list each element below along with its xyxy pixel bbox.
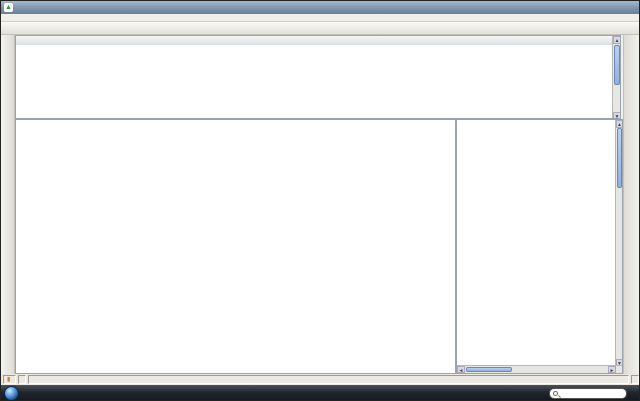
title-bar[interactable]: ▲ (1, 1, 640, 14)
diffraction-pattern-svg[interactable] (16, 120, 455, 373)
status-demo-notice (631, 375, 639, 384)
candidate-table-header (16, 36, 620, 45)
search-icon (553, 391, 558, 396)
diffraction-pattern-chart[interactable] (15, 119, 456, 374)
match-application-window: ▲ ▲ ▼ ▲ ▼ ◄ ► (0, 0, 640, 401)
status-databases-cell (18, 375, 26, 384)
table-scroll-thumb[interactable] (614, 45, 620, 85)
menu-bar (1, 14, 640, 22)
table-vertical-scrollbar[interactable]: ▲ ▼ (612, 36, 620, 119)
status-bar: ▮ (1, 374, 640, 385)
candidate-table: ▲ ▼ (15, 35, 621, 119)
report-toolbar-right (623, 35, 640, 374)
match-app-icon: ▲ (4, 3, 13, 12)
report-hscroll-thumb[interactable] (466, 367, 512, 372)
status-spacer-cell (28, 375, 629, 384)
report-vertical-scrollbar[interactable]: ▲ ▼ (615, 120, 622, 367)
report-scroll-thumb[interactable] (617, 128, 622, 188)
chart-toolbar-left (1, 35, 15, 374)
search-input[interactable] (560, 390, 620, 398)
report-horizontal-scrollbar[interactable]: ◄ ► (457, 365, 623, 373)
report-scroll-left-arrow[interactable]: ◄ (457, 366, 465, 373)
phase-analysis-report-panel: ▲ ▼ ◄ ► (456, 119, 623, 374)
report-scroll-up-arrow[interactable]: ▲ (616, 120, 623, 128)
windows-taskbar (1, 385, 640, 401)
main-toolbar (1, 22, 640, 35)
database-status-icon: ▮ (7, 376, 10, 383)
report-scroll-right-arrow[interactable]: ► (608, 366, 616, 373)
start-button[interactable] (4, 386, 19, 401)
status-entries-cell: ▮ (3, 375, 16, 384)
scroll-down-arrow[interactable]: ▼ (613, 112, 621, 119)
scroll-up-arrow[interactable]: ▲ (613, 36, 621, 44)
taskbar-search-box[interactable] (549, 388, 627, 399)
